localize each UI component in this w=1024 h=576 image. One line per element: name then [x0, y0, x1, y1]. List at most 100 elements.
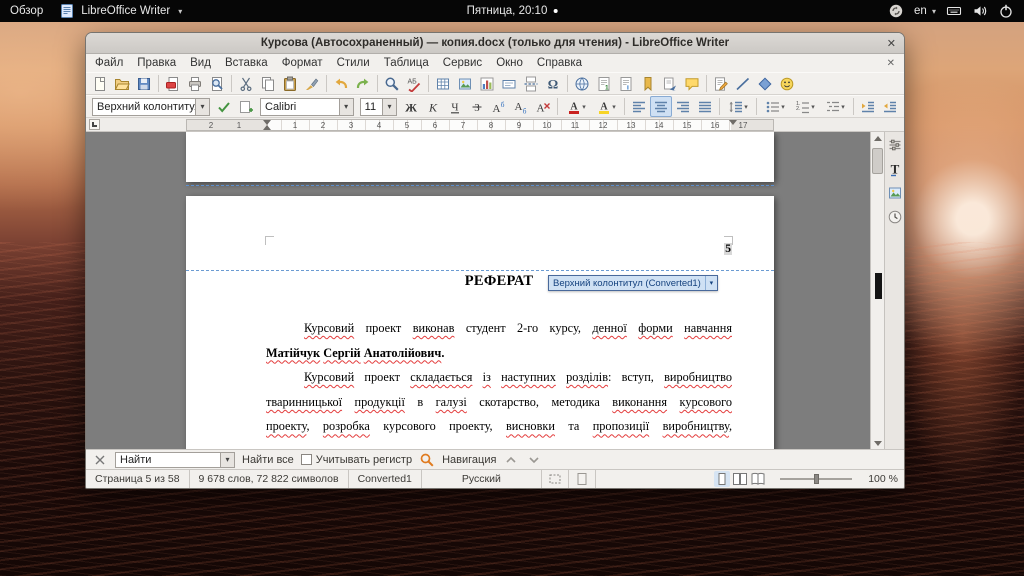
menu-item-8[interactable]: Окно [489, 57, 530, 69]
session-status-icon[interactable] [888, 3, 904, 19]
symbol-shapes-button[interactable] [776, 73, 798, 94]
sidebar-settings-icon[interactable] [887, 137, 903, 153]
dropdown-arrow-icon[interactable]: ▾ [339, 99, 353, 115]
line-button[interactable] [732, 73, 754, 94]
document-close-button[interactable]: ✕ [880, 58, 902, 69]
header-tag-dropdown-icon[interactable]: ▾ [705, 276, 717, 290]
paragraph-line[interactable]: Курсовий проект виконав студент 2-го кур… [266, 316, 732, 341]
keyboard-icon[interactable] [946, 3, 962, 19]
outline-list-button[interactable]: ▾ [820, 96, 850, 117]
find-input[interactable]: Найти ▾ [115, 452, 235, 468]
window-close-button[interactable]: ✕ [887, 33, 896, 54]
dropdown-arrow-icon[interactable]: ▾ [195, 99, 209, 115]
page-indicator[interactable]: Страница 5 из 58 [86, 470, 190, 488]
menu-item-3[interactable]: Вставка [218, 57, 275, 69]
match-case-checkbox[interactable]: Учитывать регистр [301, 454, 412, 466]
bold-button[interactable]: Ж [400, 96, 422, 117]
align-right-button[interactable] [672, 96, 694, 117]
decrease-indent-button[interactable] [879, 96, 901, 117]
cut-button[interactable] [235, 73, 257, 94]
zoom-slider-handle[interactable] [814, 474, 819, 484]
find-close-button[interactable] [92, 452, 108, 468]
menu-item-5[interactable]: Стили [330, 57, 377, 69]
paragraph-style-combo[interactable]: Верхний колонтитул ▾ [92, 98, 210, 116]
word-count[interactable]: 9 678 слов, 72 822 символов [190, 470, 349, 488]
font-size-combo[interactable]: 11 ▾ [360, 98, 397, 116]
left-indent-marker[interactable] [263, 121, 271, 130]
print-button[interactable] [184, 73, 206, 94]
scroll-up-arrow[interactable] [871, 132, 884, 144]
clone-formatting-button[interactable] [301, 73, 323, 94]
text-box-button[interactable] [498, 73, 520, 94]
volume-icon[interactable] [972, 3, 988, 19]
menu-item-1[interactable]: Правка [130, 57, 183, 69]
align-left-button[interactable] [628, 96, 650, 117]
new-document-button[interactable] [89, 73, 111, 94]
power-icon[interactable] [998, 3, 1014, 19]
bookmark-button[interactable] [637, 73, 659, 94]
document-body[interactable]: Курсовий проект виконав студент 2-го кур… [266, 316, 732, 439]
paragraph-line[interactable]: тваринницької продукції в галузі скотарс… [266, 390, 732, 415]
special-character-button[interactable]: Ω [542, 73, 564, 94]
menu-item-9[interactable]: Справка [530, 57, 589, 69]
find-all-button[interactable]: Найти все [242, 454, 294, 466]
italic-button[interactable]: К [422, 96, 444, 117]
print-preview-button[interactable] [206, 73, 228, 94]
navigation-icon[interactable] [419, 452, 435, 468]
menu-item-0[interactable]: Файл [88, 57, 130, 69]
checkbox-box[interactable] [301, 454, 312, 465]
navigator-icon[interactable] [887, 209, 903, 225]
zoom-level[interactable]: 100 % [860, 473, 904, 485]
ordered-list-button[interactable]: 1.2.▾ [790, 96, 820, 117]
clear-formatting-button[interactable]: А [532, 96, 554, 117]
selection-mode-icon[interactable] [547, 471, 563, 487]
paragraph-line[interactable]: Матійчук Сергій Анатолійович. [266, 341, 732, 366]
page-number-field[interactable]: 5 [724, 243, 732, 255]
scroll-down-arrow[interactable] [871, 437, 884, 449]
redo-button[interactable] [352, 73, 374, 94]
menu-item-7[interactable]: Сервис [436, 57, 489, 69]
app-menu[interactable]: LibreOffice Writer ▾ [59, 3, 182, 19]
page-style-indicator[interactable]: Converted1 [349, 470, 422, 488]
zoom-slider[interactable] [780, 474, 852, 484]
current-page[interactable]: 5 РЕФЕРАТ Верхний колонтитул (Converted1… [186, 196, 774, 449]
image-button[interactable] [454, 73, 476, 94]
language-indicator[interactable]: Русский [422, 470, 542, 488]
underline-button[interactable]: Ч [444, 96, 466, 117]
spelling-button[interactable]: АБ [403, 73, 425, 94]
multi-page-view-button[interactable] [732, 471, 748, 487]
align-justify-button[interactable] [694, 96, 716, 117]
clock-menu[interactable]: Пятница, 20:10 [467, 0, 558, 22]
chart-button[interactable] [476, 73, 498, 94]
title-bar[interactable]: Курсова (Автосохраненный) — копия.docx (… [86, 33, 904, 54]
save-button[interactable] [133, 73, 155, 94]
update-style-button[interactable] [213, 96, 235, 117]
find-next-button[interactable] [526, 452, 542, 468]
menu-item-6[interactable]: Таблица [377, 57, 436, 69]
right-indent-marker[interactable] [729, 120, 737, 129]
page-break-button[interactable] [520, 73, 542, 94]
previous-page[interactable] [186, 132, 774, 182]
unordered-list-button[interactable]: ▾ [760, 96, 790, 117]
basic-shapes-button[interactable] [754, 73, 776, 94]
find-previous-button[interactable] [503, 452, 519, 468]
superscript-button[interactable]: Аб [488, 96, 510, 117]
styles-icon[interactable]: T [887, 161, 903, 177]
menu-item-4[interactable]: Формат [275, 57, 330, 69]
track-changes-button[interactable] [710, 73, 732, 94]
book-view-button[interactable] [750, 471, 766, 487]
undo-button[interactable] [330, 73, 352, 94]
new-style-button[interactable] [235, 96, 257, 117]
line-spacing-button[interactable]: ▾ [723, 96, 753, 117]
input-source-menu[interactable]: en ▾ [914, 5, 936, 17]
font-name-combo[interactable]: Calibri ▾ [260, 98, 354, 116]
align-center-button[interactable] [650, 96, 672, 117]
comment-button[interactable] [681, 73, 703, 94]
activities-button[interactable]: Обзор [10, 5, 43, 17]
subscript-button[interactable]: Аб [510, 96, 532, 117]
scrollbar-thumb[interactable] [872, 148, 883, 174]
find-replace-button[interactable] [381, 73, 403, 94]
open-button[interactable] [111, 73, 133, 94]
horizontal-ruler[interactable]: 211234567891011121314151617 [186, 119, 774, 131]
dropdown-arrow-icon[interactable]: ▾ [220, 453, 234, 467]
